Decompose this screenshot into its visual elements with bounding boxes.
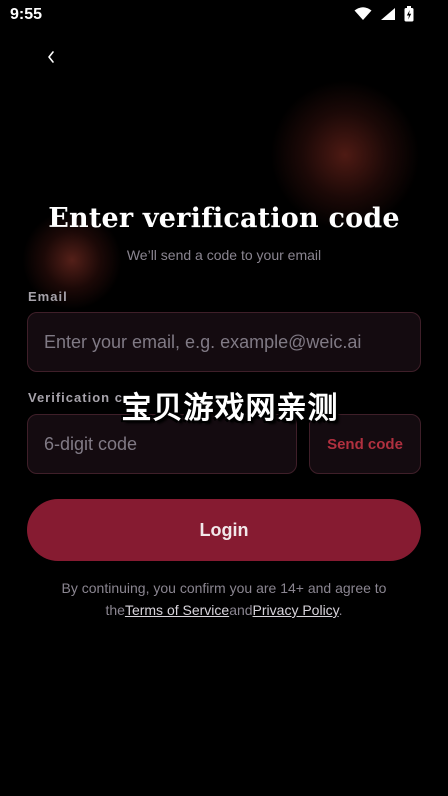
page-title: Enter verification code [48,203,400,234]
legal-conjunction: and [229,602,253,618]
page-subtitle: We’ll send a code to your email [126,247,322,263]
verification-screen: 9:55 Enter verification code We’ll send … [0,0,448,796]
status-time: 9:55 [10,6,43,23]
wifi-icon [354,7,372,26]
legal-notice: By continuing, you confirm you are 14+ a… [40,577,408,621]
status-bar: 9:55 [0,0,448,32]
battery-icon [404,6,414,27]
watermark-overlay: 宝贝游戏网亲测 [121,392,339,425]
signal-icon [380,7,396,26]
email-label: Email [28,289,68,304]
back-button[interactable] [36,42,66,72]
legal-suffix: . [338,602,343,618]
privacy-policy-link[interactable]: Privacy Policy [253,602,339,618]
email-field-container [27,312,421,372]
email-field[interactable] [28,313,420,371]
terms-of-service-link[interactable]: Terms of Service [125,602,229,618]
login-button[interactable]: Login [27,499,421,561]
chevron-left-icon [48,51,54,63]
status-icons [354,6,414,27]
